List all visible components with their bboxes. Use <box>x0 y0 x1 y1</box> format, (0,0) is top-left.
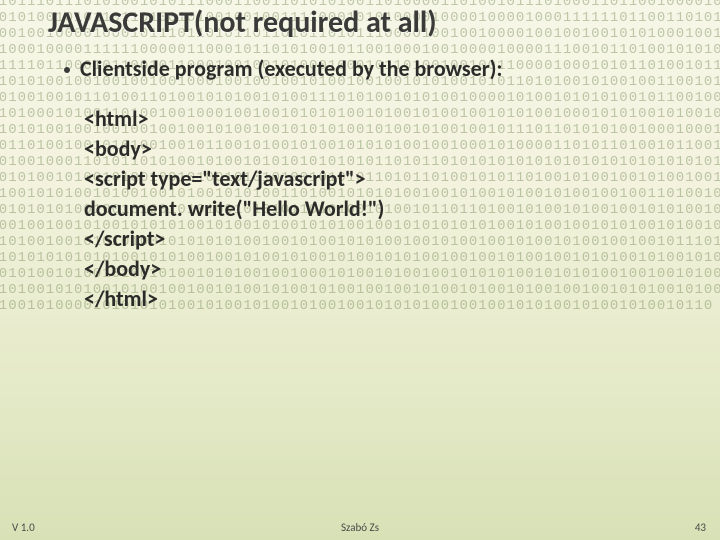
slide-title: JAVASCRIPT(not required at all) <box>48 4 680 41</box>
code-line: <body> <box>84 134 680 164</box>
footer-author: Szabó Zs <box>0 521 720 534</box>
bullet-text: Clientside program (executed by the brow… <box>80 55 503 82</box>
slide-footer: V 1.0 Szabó Zs 43 <box>0 516 720 534</box>
code-line: <script type="text/javascript"> <box>84 164 680 194</box>
bullet-item: Clientside program (executed by the brow… <box>64 55 680 82</box>
code-line: document. write("Hello World!") <box>84 194 680 224</box>
bullet-dot-icon <box>64 67 70 73</box>
code-line: <html> <box>84 104 680 134</box>
code-line: </html> <box>84 284 680 314</box>
footer-page: 43 <box>695 521 706 534</box>
slide-content: JAVASCRIPT(not required at all) Clientsi… <box>0 0 720 540</box>
code-line: </script> <box>84 224 680 254</box>
code-line: </body> <box>84 254 680 284</box>
